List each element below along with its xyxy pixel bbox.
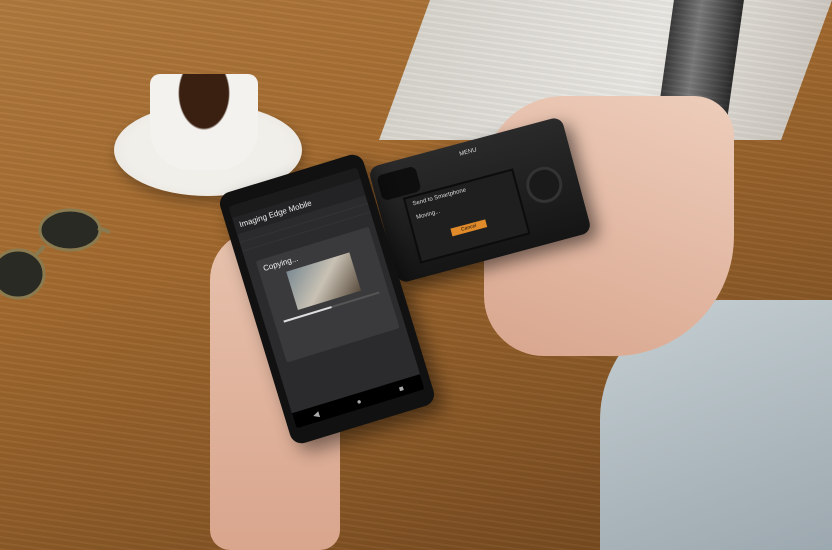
back-icon: ◀ <box>311 409 321 420</box>
camera-lcd: Send to Smartphone Moving... Cancel <box>402 168 531 264</box>
copy-progress-fill <box>283 306 332 323</box>
recents-icon: ■ <box>397 383 405 394</box>
photo-scene: MENU Send to Smartphone Moving... Cancel… <box>0 0 832 550</box>
camera-menu-button: MENU <box>458 147 478 158</box>
home-icon: ● <box>355 396 363 407</box>
camera-cancel-button: Cancel <box>450 219 488 237</box>
sunglasses <box>0 208 110 300</box>
copy-dialog: Copying... <box>255 226 400 363</box>
coffee-cup <box>150 74 258 170</box>
camera-control-dial <box>522 162 567 207</box>
